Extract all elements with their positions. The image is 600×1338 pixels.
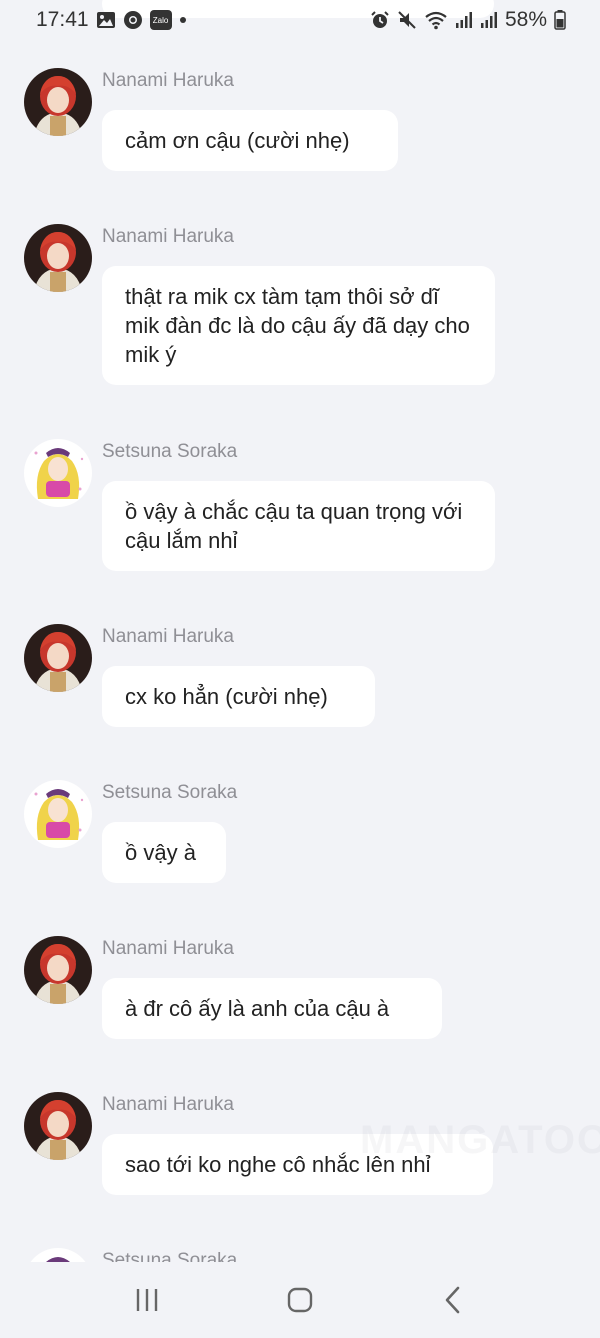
- battery-percent: 58%: [504, 8, 547, 31]
- status-left: 17:41 Zalo: [36, 8, 187, 32]
- sender-name: Setsuna Soraka: [102, 782, 238, 803]
- message-bubble[interactable]: cx ko hẳn (cười nhẹ): [102, 666, 375, 727]
- image-icon: [96, 11, 116, 29]
- status-right: 58%: [370, 8, 566, 32]
- recent-apps-button[interactable]: [117, 1275, 177, 1325]
- sender-name: Nanami Haruka: [102, 226, 234, 247]
- zalo-label: Zalo: [152, 16, 169, 25]
- avatar-setsuna[interactable]: [24, 439, 92, 507]
- wifi-icon: [424, 10, 448, 30]
- message-bubble[interactable]: thật ra mik cx tàm tạm thôi sở dĩ mik đà…: [102, 266, 495, 385]
- back-icon: [446, 1286, 460, 1314]
- sender-name: Nanami Haruka: [102, 1094, 234, 1115]
- watermark: MANGATOON: [360, 1118, 600, 1162]
- battery-icon: [554, 10, 566, 30]
- signal-icon: [455, 11, 473, 29]
- zalo-icon: Zalo: [149, 10, 172, 30]
- message-bubble[interactable]: cảm ơn cậu (cười nhẹ): [102, 110, 398, 171]
- avatar-nanami[interactable]: [24, 624, 92, 692]
- dot-icon: [179, 16, 187, 24]
- home-icon: [287, 1287, 313, 1313]
- sender-name: Setsuna Soraka: [102, 441, 238, 462]
- recent-apps-icon: [136, 1289, 157, 1311]
- signal-icon: [480, 11, 498, 29]
- back-button[interactable]: [423, 1275, 483, 1325]
- mute-icon: [397, 10, 417, 30]
- status-time: 17:41: [36, 8, 89, 31]
- avatar-nanami[interactable]: [24, 1092, 92, 1160]
- message-bubble[interactable]: ồ vậy à chắc cậu ta quan trọng với cậu l…: [102, 481, 495, 571]
- chrome-like-icon: [123, 10, 143, 30]
- avatar-nanami[interactable]: [24, 224, 92, 292]
- avatar-nanami[interactable]: [24, 68, 92, 136]
- avatar-setsuna[interactable]: [24, 780, 92, 848]
- message-bubble[interactable]: à đr cô ấy là anh của cậu à: [102, 978, 442, 1039]
- sender-name: Nanami Haruka: [102, 70, 234, 91]
- sender-name: Nanami Haruka: [102, 626, 234, 647]
- alarm-icon: [370, 10, 390, 30]
- home-button[interactable]: [270, 1275, 330, 1325]
- system-nav-bar: [0, 1262, 600, 1338]
- message-bubble[interactable]: ồ vậy à: [102, 822, 226, 883]
- status-bar: 17:41 Zalo 58%: [0, 0, 600, 40]
- avatar-nanami[interactable]: [24, 936, 92, 1004]
- sender-name: Nanami Haruka: [102, 938, 234, 959]
